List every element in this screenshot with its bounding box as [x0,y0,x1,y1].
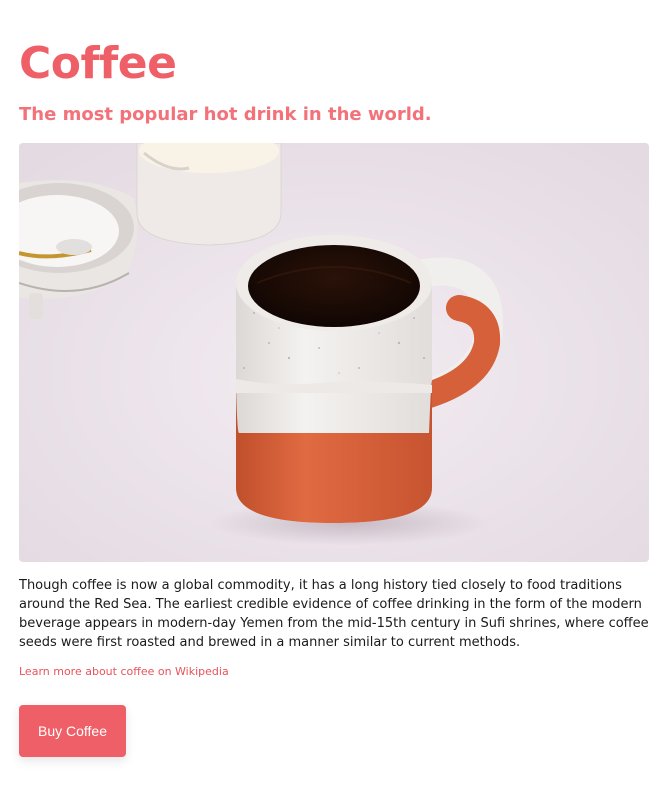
page-subtitle: The most popular hot drink in the world. [19,104,432,125]
wikipedia-link[interactable]: Learn more about coffee on Wikipedia [19,665,229,679]
page-title: Coffee [19,38,177,89]
coffee-mug-image [19,143,649,562]
buy-coffee-button[interactable]: Buy Coffee [19,705,126,757]
coffee-description: Though coffee is now a global commodity,… [19,578,649,650]
